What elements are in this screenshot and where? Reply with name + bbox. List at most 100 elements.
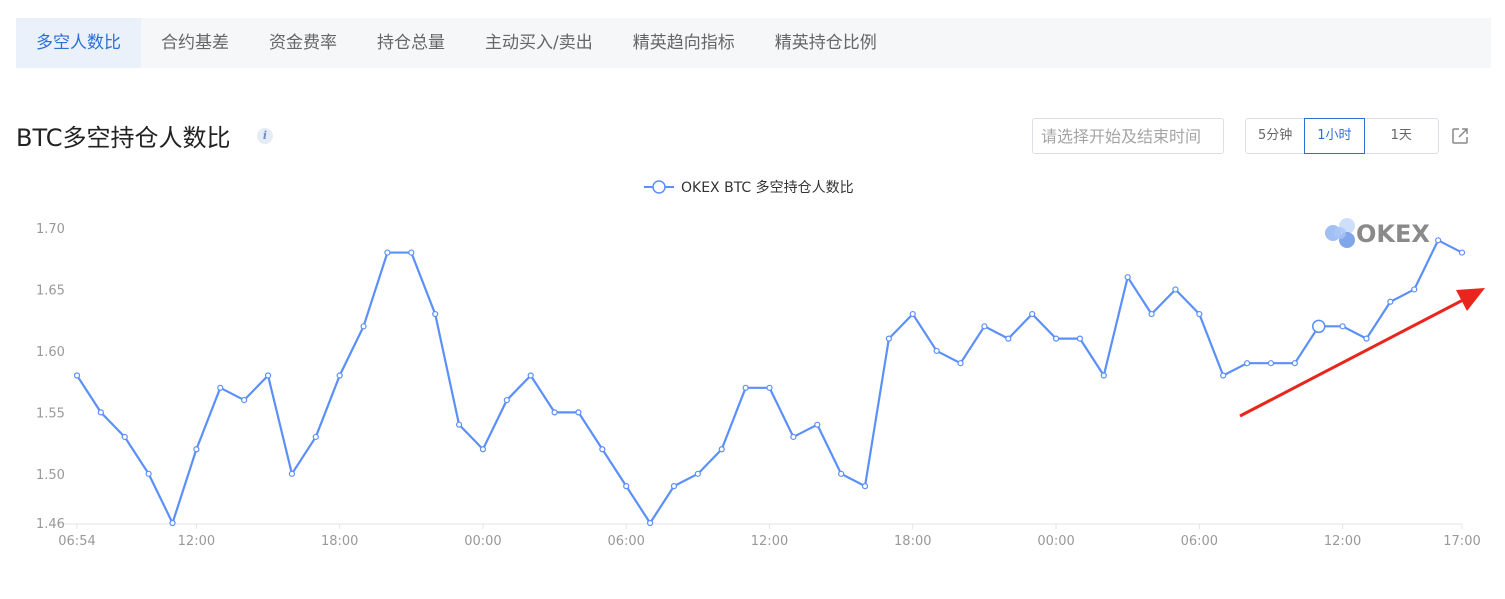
y-tick-label: 1.60 xyxy=(36,345,65,360)
data-point[interactable] xyxy=(575,409,582,416)
tab-funding-rate[interactable]: 资金费率 xyxy=(249,18,357,68)
data-point[interactable] xyxy=(1363,335,1370,342)
data-point[interactable] xyxy=(1124,274,1131,281)
data-point[interactable] xyxy=(73,372,81,379)
data-point[interactable] xyxy=(121,433,128,441)
data-point[interactable] xyxy=(360,323,367,330)
time-range-group: 5分钟 1小时 1天 xyxy=(1245,118,1439,154)
data-point[interactable] xyxy=(527,372,534,379)
y-tick-label: 1.50 xyxy=(36,468,65,483)
data-point[interactable] xyxy=(503,396,510,404)
data-point[interactable] xyxy=(599,446,606,453)
y-tick-label: 1.46 xyxy=(36,517,65,532)
data-point[interactable] xyxy=(623,483,630,490)
annotation-arrow xyxy=(1239,288,1485,418)
data-point[interactable] xyxy=(1148,310,1155,318)
data-point[interactable] xyxy=(1243,360,1251,367)
y-tick-label: 1.70 xyxy=(36,222,65,237)
data-point[interactable] xyxy=(455,421,463,428)
tab-elite-trend[interactable]: 精英趋向指标 xyxy=(613,18,755,68)
data-point[interactable] xyxy=(336,372,343,379)
data-point[interactable] xyxy=(742,384,749,391)
tab-bar: 多空人数比 合约基差 资金费率 持仓总量 主动买入/卖出 精英趋向指标 精英持仓… xyxy=(16,18,1491,68)
data-point[interactable] xyxy=(1196,310,1203,318)
data-point[interactable] xyxy=(97,409,104,416)
y-tick-label: 1.55 xyxy=(36,406,65,421)
data-point[interactable] xyxy=(790,433,797,441)
data-point[interactable] xyxy=(1411,286,1418,293)
x-tick-label: 18:00 xyxy=(894,534,931,549)
svg-text:OKEX: OKEX xyxy=(1356,220,1430,248)
data-point[interactable] xyxy=(1220,372,1227,379)
data-point[interactable] xyxy=(647,519,654,527)
data-point[interactable] xyxy=(1076,335,1084,342)
x-tick-label: 12:00 xyxy=(751,534,788,549)
data-point[interactable] xyxy=(241,396,248,404)
line-chart: OKEX BTC 多空持仓人数比 OKEX 1.70 1.65 1.60 1.55 1.… xyxy=(36,179,1485,549)
data-point[interactable] xyxy=(217,384,224,391)
data-point[interactable] xyxy=(312,433,319,441)
x-tick-label: 06:54 xyxy=(58,534,95,549)
data-point[interactable] xyxy=(1387,298,1394,305)
tab-open-interest[interactable]: 持仓总量 xyxy=(357,18,465,68)
data-point[interactable] xyxy=(885,335,892,342)
x-tick-label: 17:00 xyxy=(1443,534,1480,549)
data-point[interactable] xyxy=(1100,372,1107,379)
page-title: BTC多空持仓人数比 xyxy=(16,124,231,152)
data-point[interactable] xyxy=(981,323,988,330)
y-tick-label: 1.65 xyxy=(36,283,65,298)
data-point[interactable] xyxy=(145,470,152,477)
tab-long-short-ratio[interactable]: 多空人数比 xyxy=(16,18,141,68)
data-point[interactable] xyxy=(957,360,964,367)
data-point[interactable] xyxy=(1458,249,1466,256)
data-point[interactable] xyxy=(1435,237,1442,244)
highlighted-data-point[interactable] xyxy=(1311,319,1326,334)
x-tick-label: 12:00 xyxy=(1324,534,1361,549)
legend-label: OKEX BTC 多空持仓人数比 xyxy=(681,179,854,196)
okex-watermark-logo: OKEX xyxy=(1325,218,1430,248)
x-tick-label: 06:00 xyxy=(607,534,644,549)
data-point[interactable] xyxy=(408,249,415,256)
x-tick-label: 12:00 xyxy=(178,534,215,549)
data-point[interactable] xyxy=(861,483,869,490)
data-point[interactable] xyxy=(384,249,391,256)
data-point[interactable] xyxy=(1052,335,1060,342)
data-point[interactable] xyxy=(1267,360,1275,367)
data-point[interactable] xyxy=(288,470,296,477)
data-point[interactable] xyxy=(1291,360,1298,367)
legend-marker xyxy=(652,180,666,194)
range-1d-button[interactable]: 1天 xyxy=(1363,118,1439,154)
chart-legend[interactable]: OKEX BTC 多空持仓人数比 xyxy=(644,179,854,196)
tab-basis[interactable]: 合约基差 xyxy=(141,18,249,68)
data-point[interactable] xyxy=(814,421,821,428)
data-point[interactable] xyxy=(933,347,940,355)
data-point[interactable] xyxy=(718,446,725,453)
data-point[interactable] xyxy=(766,384,773,391)
data-point[interactable] xyxy=(169,519,176,527)
range-5min-button[interactable]: 5分钟 xyxy=(1245,118,1306,154)
x-tick-label: 00:00 xyxy=(464,534,501,549)
data-point[interactable] xyxy=(432,310,439,318)
info-icon[interactable]: i xyxy=(257,128,273,144)
data-point[interactable] xyxy=(1172,286,1179,293)
data-point[interactable] xyxy=(1029,310,1036,318)
export-icon[interactable] xyxy=(1450,126,1470,146)
data-point[interactable] xyxy=(1005,335,1012,342)
x-tick-label: 18:00 xyxy=(321,534,358,549)
data-point[interactable] xyxy=(838,470,845,477)
x-tick-label: 06:00 xyxy=(1181,534,1218,549)
tab-taker-buy-sell[interactable]: 主动买入/卖出 xyxy=(465,18,613,68)
data-point[interactable] xyxy=(694,470,701,477)
series-line xyxy=(76,239,1463,525)
data-point[interactable] xyxy=(551,409,558,416)
x-tick-label: 00:00 xyxy=(1037,534,1074,549)
range-1h-button[interactable]: 1小时 xyxy=(1304,118,1365,154)
data-point[interactable] xyxy=(193,446,200,453)
date-range-input[interactable] xyxy=(1032,118,1224,154)
tab-elite-position-ratio[interactable]: 精英持仓比例 xyxy=(755,18,897,68)
data-point[interactable] xyxy=(909,310,916,318)
data-point[interactable] xyxy=(670,483,678,490)
data-point[interactable] xyxy=(264,372,272,379)
data-point[interactable] xyxy=(479,446,487,453)
data-point[interactable] xyxy=(1339,323,1346,330)
